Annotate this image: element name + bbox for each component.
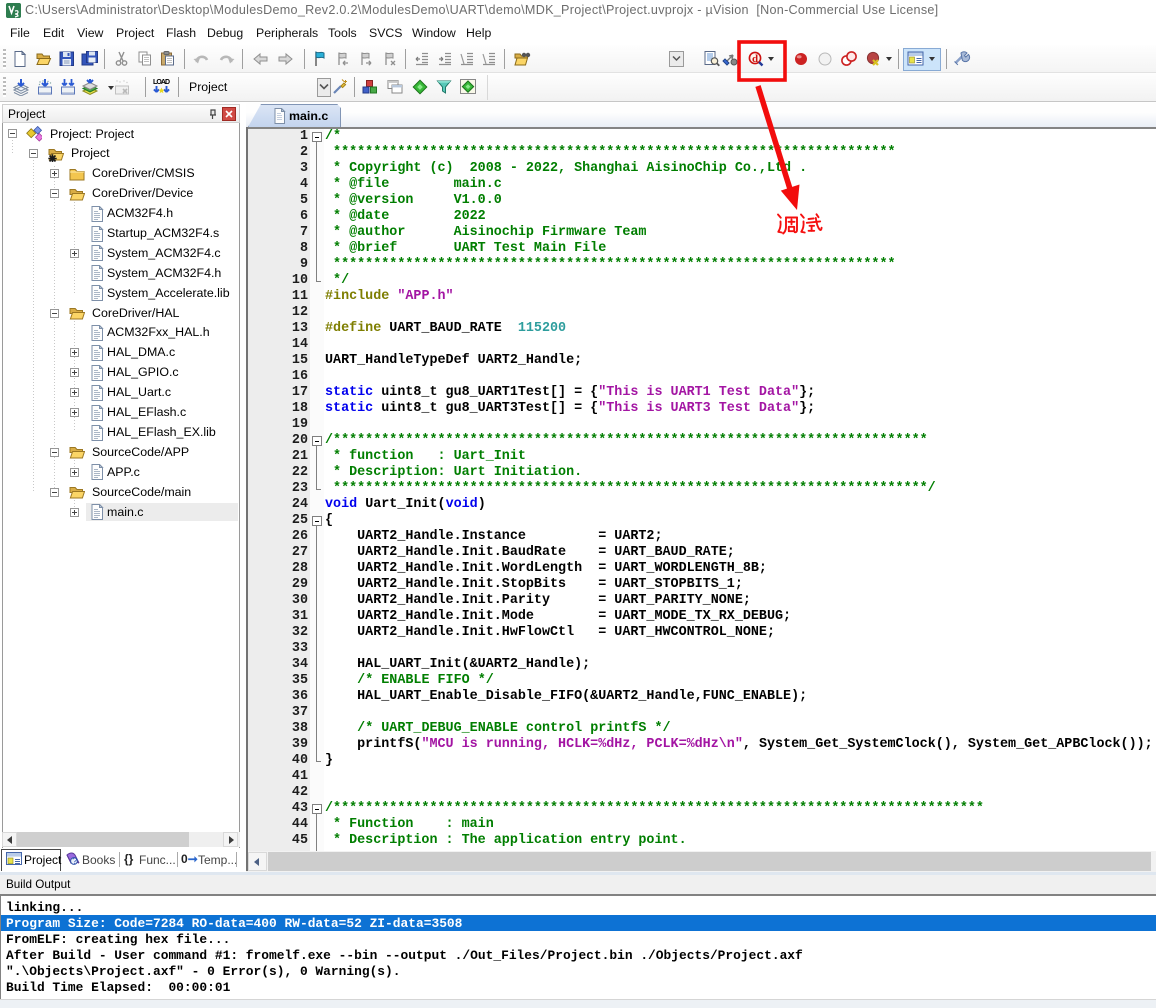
svg-text:d: d	[752, 53, 758, 65]
svg-text:?: ?	[72, 856, 77, 866]
svg-text:LOAD: LOAD	[153, 79, 170, 86]
